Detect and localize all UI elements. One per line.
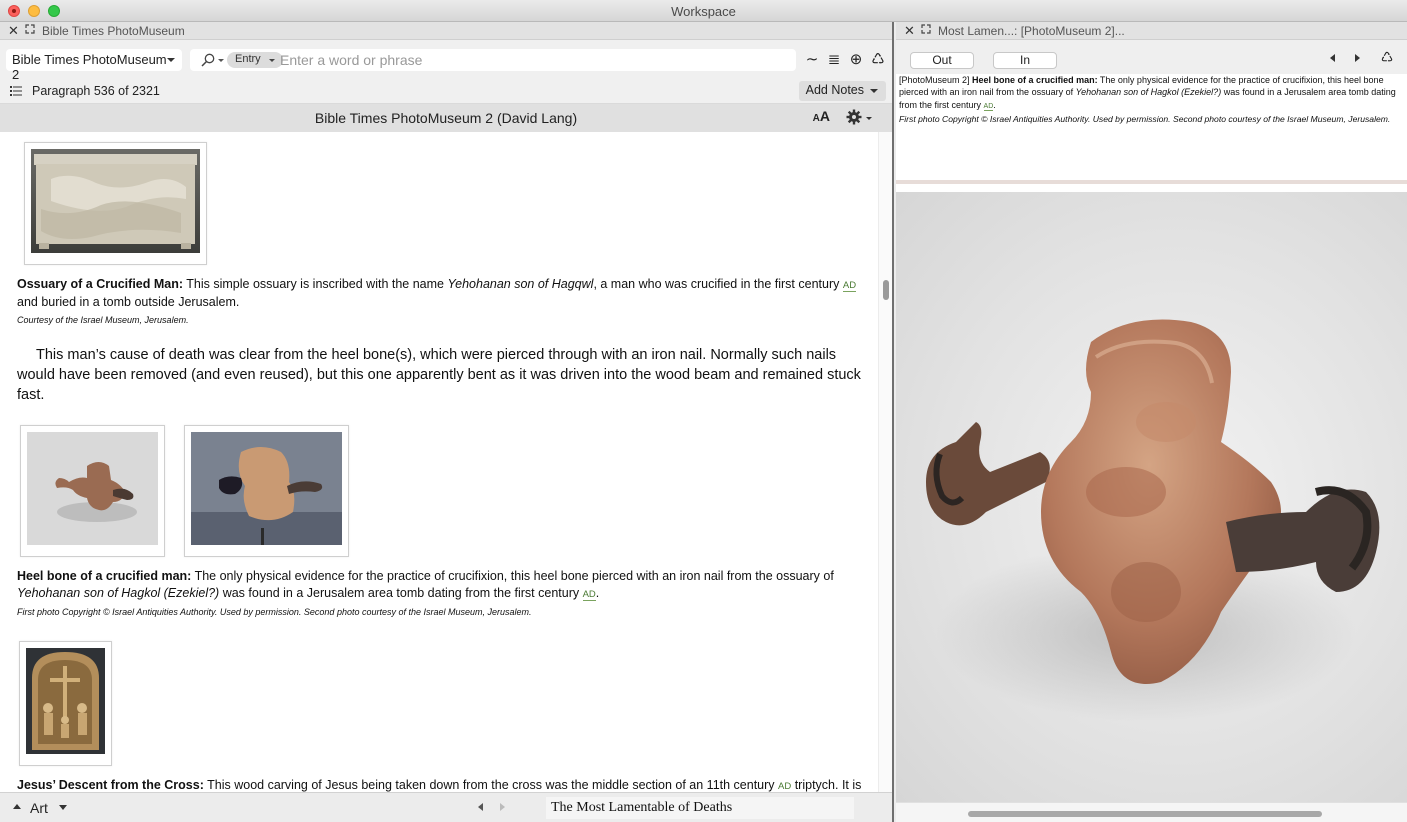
navigation-toolbar: Paragraph 536 of 2321 Add Notes xyxy=(0,80,892,104)
heel-figure-row xyxy=(17,425,868,557)
heel-photo-2 xyxy=(191,432,343,545)
left-panel-tab-title: Bible Times PhotoMuseum xyxy=(42,24,185,38)
ad-link[interactable]: AD xyxy=(983,102,994,111)
expand-panel-icon[interactable] xyxy=(25,24,35,34)
add-circle-icon[interactable]: ⊕ xyxy=(848,51,864,69)
viewer-divider xyxy=(896,180,1407,184)
search-icon[interactable] xyxy=(200,52,216,68)
recycle-icon[interactable]: ♺ xyxy=(1379,49,1395,65)
ossuary-image[interactable] xyxy=(24,142,207,265)
ossuary-caption-title: Ossuary of a Crucified Man: xyxy=(17,277,184,291)
settings-caret-icon[interactable] xyxy=(866,117,872,120)
zoom-out-button[interactable]: Out xyxy=(910,52,974,69)
ad-link[interactable]: AD xyxy=(582,589,596,601)
ossuary-credit: Courtesy of the Israel Museum, Jerusalem… xyxy=(17,315,189,325)
heel-image-1[interactable] xyxy=(20,425,165,557)
heel-caption-text: The only physical evidence for the pract… xyxy=(191,569,834,583)
zoom-in-button[interactable]: In xyxy=(993,52,1057,69)
document-scrollbar-thumb[interactable] xyxy=(883,280,889,300)
descent-caption-text: This wood carving of Jesus being taken d… xyxy=(203,778,779,792)
ossuary-caption-text: This simple ossuary is inscribed with th… xyxy=(183,277,448,291)
search-options-caret-icon[interactable] xyxy=(218,59,224,62)
document-content: Ossuary of a Crucified Man: This simple … xyxy=(0,132,878,792)
heel-caption-title: Heel bone of a crucified man: xyxy=(17,569,192,583)
left-panel: ✕ Bible Times PhotoMuseum Bible Times Ph… xyxy=(0,22,894,822)
body-paragraph: This man’s cause of death was clear from… xyxy=(17,347,861,403)
image-caption-prefix: [PhotoMuseum 2] xyxy=(899,75,973,85)
add-notes-button[interactable]: Add Notes xyxy=(798,81,886,101)
right-panel-tab-title: Most Lamen...: [PhotoMuseum 2]... xyxy=(938,24,1125,38)
search-scope-dropdown[interactable]: Entry xyxy=(227,52,283,68)
descent-caption: Jesus’ Descent from the Cross: This wood… xyxy=(17,777,868,792)
expand-panel-icon[interactable] xyxy=(921,24,931,34)
resource-selector[interactable]: Bible Times PhotoMuseum 2 xyxy=(6,49,182,82)
resource-toolbar: Bible Times PhotoMuseum 2 Entry ∼ ≣ ⊕ ♺ xyxy=(0,40,892,82)
image-credit: First photo Copyright © Israel Antiquiti… xyxy=(899,113,1391,124)
chevron-down-icon[interactable] xyxy=(59,805,67,810)
ossuary-figure-row xyxy=(17,142,868,265)
search-input[interactable] xyxy=(280,51,780,69)
next-image-icon[interactable] xyxy=(1355,54,1360,62)
heel-caption-name: Yehohanan son of Hagkol (Ezekiel?) xyxy=(17,586,220,600)
descent-photo xyxy=(26,648,105,754)
list-lines-icon[interactable]: ≣ xyxy=(826,51,842,69)
toolbar-icons: ∼ ≣ ⊕ ♺ xyxy=(804,51,886,69)
recycle-icon[interactable]: ♺ xyxy=(870,51,886,69)
window-title: Workspace xyxy=(671,4,736,19)
ossuary-caption-name: Yehohanan son of Hagqwl xyxy=(447,277,594,291)
section-title: The Most Lamentable of Deaths xyxy=(546,797,854,819)
section-dropdown-label[interactable]: Art xyxy=(30,800,48,816)
ad-link[interactable]: AD xyxy=(842,280,857,292)
heel-caption-text-2: was found in a Jerusalem area tomb datin… xyxy=(219,586,583,600)
chevron-down-icon xyxy=(167,58,175,62)
search-box[interactable]: Entry xyxy=(190,49,796,71)
document-title-bar: Bible Times PhotoMuseum 2 (David Lang) A… xyxy=(0,104,892,132)
document-scrollbar[interactable] xyxy=(878,132,892,792)
document-title: Bible Times PhotoMuseum 2 (David Lang) xyxy=(314,110,578,126)
close-panel-icon[interactable]: ✕ xyxy=(904,23,915,39)
descent-caption-title: Jesus’ Descent from the Cross: xyxy=(17,778,204,792)
image-horizontal-scrollbar[interactable] xyxy=(896,802,1407,822)
descent-image[interactable] xyxy=(19,641,112,766)
ossuary-caption-text-2: , a man who was crucified in the first c… xyxy=(593,277,843,291)
gear-icon[interactable] xyxy=(846,109,862,125)
right-panel-header: ✕ Most Lamen...: [PhotoMuseum 2]... xyxy=(896,22,1407,40)
collapse-up-icon[interactable] xyxy=(13,804,21,809)
previous-section-icon[interactable] xyxy=(478,803,483,811)
image-caption-name: Yehohanan son of Hagkol (Ezekiel?) xyxy=(1075,87,1222,98)
paragraph-indicator: Paragraph 536 of 2321 xyxy=(32,84,160,98)
heel-image-2[interactable] xyxy=(184,425,350,557)
close-panel-icon[interactable]: ✕ xyxy=(8,23,19,39)
heel-caption-text-3: . xyxy=(595,586,600,600)
bottom-bar: Art The Most Lamentable of Deaths xyxy=(0,792,892,822)
window-titlebar: Workspace xyxy=(0,0,1407,22)
font-size-button[interactable]: AA xyxy=(813,108,830,124)
heel-credit: First photo Copyright © Israel Antiquiti… xyxy=(17,607,532,617)
next-section-icon[interactable] xyxy=(500,803,505,811)
image-scrollbar-thumb[interactable] xyxy=(968,811,1322,817)
heel-photo-1 xyxy=(27,432,158,545)
ossuary-caption: Ossuary of a Crucified Man: This simple … xyxy=(17,276,868,311)
heel-bone-large-image[interactable] xyxy=(896,192,1407,802)
heel-bone-large-photo xyxy=(926,319,1380,722)
ad-link[interactable]: AD xyxy=(778,781,792,792)
resource-selector-label: Bible Times PhotoMuseum 2 xyxy=(12,52,167,82)
heel-caption: Heel bone of a crucified man: The only p… xyxy=(17,568,868,603)
image-caption-text-3: . xyxy=(993,99,996,110)
right-panel: ✕ Most Lamen...: [PhotoMuseum 2]... Out … xyxy=(896,22,1407,822)
descent-figure-row xyxy=(17,641,868,766)
previous-image-icon[interactable] xyxy=(1330,54,1335,62)
wave-icon[interactable]: ∼ xyxy=(804,51,820,69)
image-caption-title: Heel bone of a crucified man: xyxy=(972,75,1098,85)
left-panel-header: ✕ Bible Times PhotoMuseum xyxy=(0,22,892,40)
ossuary-caption-text-3: and buried in a tomb outside Jerusalem. xyxy=(17,295,240,309)
image-caption: [PhotoMuseum 2] Heel bone of a crucified… xyxy=(899,74,1399,125)
image-viewer-toolbar: Out In ♺ xyxy=(896,40,1407,74)
table-of-contents-icon[interactable] xyxy=(10,85,22,97)
ossuary-photo xyxy=(31,149,200,253)
